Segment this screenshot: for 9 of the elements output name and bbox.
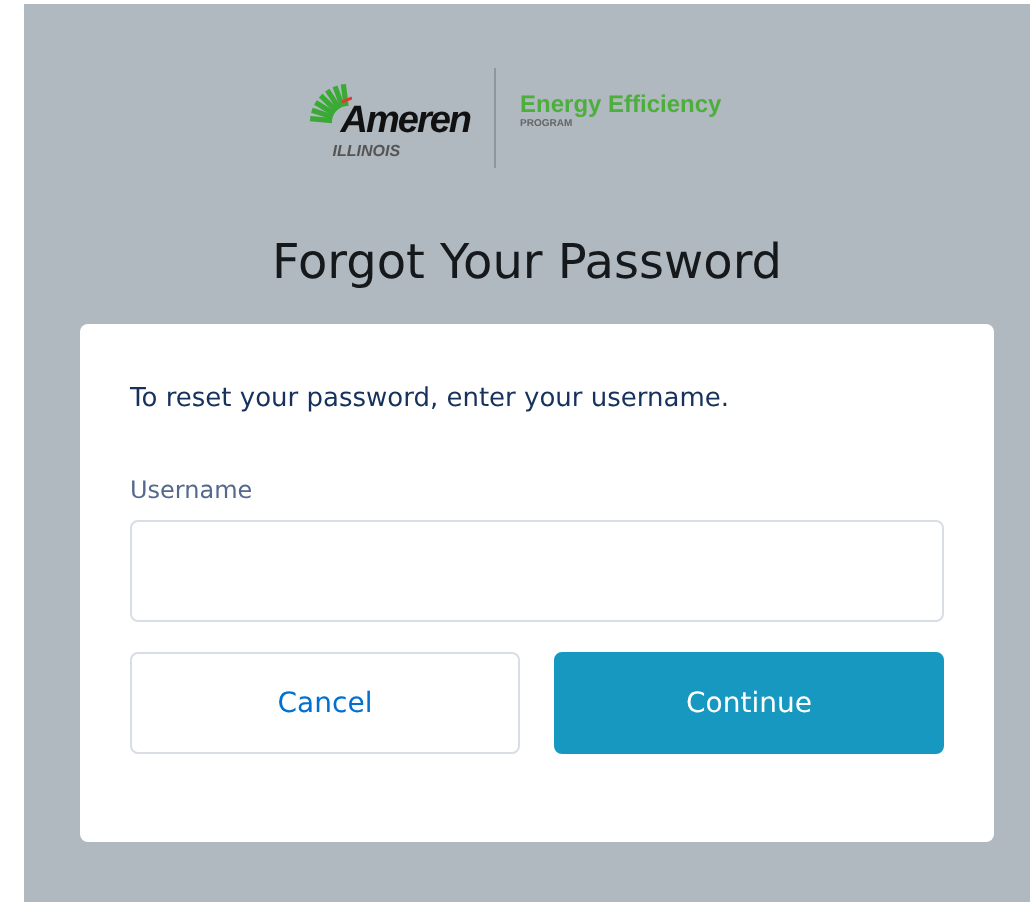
continue-button[interactable]: Continue	[554, 652, 944, 754]
username-field[interactable]	[130, 520, 944, 622]
brand-region: ILLINOIS	[332, 141, 403, 159]
program-name: Energy Efficiency	[520, 90, 722, 118]
instructions-text: To reset your password, enter your username.	[130, 382, 732, 418]
page-title: Forgot Your Password	[270, 232, 784, 292]
brand-name: Ameren	[340, 101, 471, 141]
cancel-button[interactable]: Cancel	[130, 652, 520, 754]
username-label: Username	[130, 476, 255, 504]
